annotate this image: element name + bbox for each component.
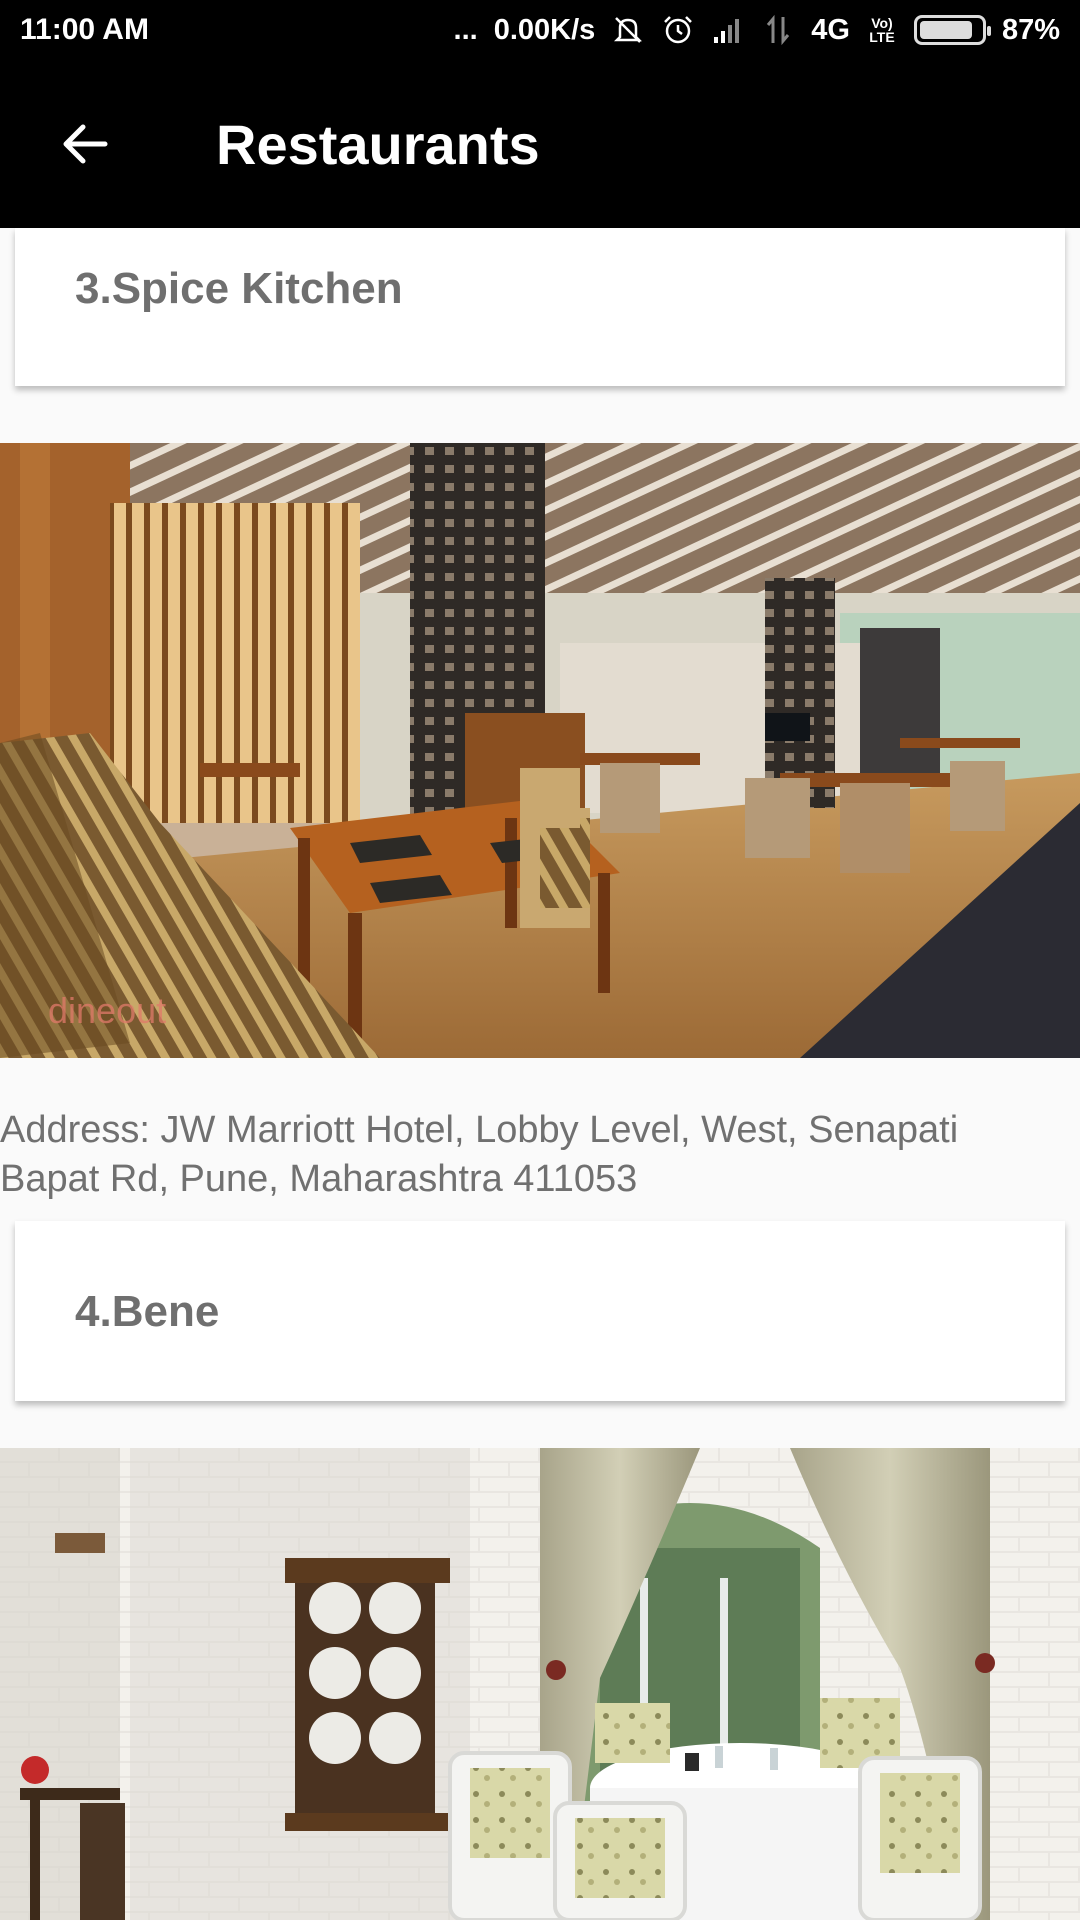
- restaurant-title: 3.Spice Kitchen: [75, 264, 403, 313]
- app-bar: Restaurants: [0, 60, 1080, 228]
- alarm-icon: [661, 13, 695, 47]
- battery-percent: 87%: [1001, 13, 1060, 46]
- restaurant-card-bene[interactable]: 4.Bene: [15, 1221, 1065, 1401]
- data-icon: [761, 13, 795, 47]
- restaurant-list[interactable]: 3.Spice Kitchen dineout Address: JW Marr…: [0, 228, 1080, 1920]
- more-dots: ...: [453, 13, 478, 46]
- back-button[interactable]: [10, 60, 160, 228]
- muted-icon: [611, 13, 645, 47]
- restaurant-address: Address: JW Marriott Hotel, Lobby Level,…: [0, 1109, 959, 1200]
- battery-level: [919, 21, 973, 39]
- restaurant-title: 4.Bene: [75, 1287, 220, 1336]
- page-title: Restaurants: [216, 112, 540, 176]
- signal-icon: [711, 13, 745, 47]
- net-speed: 0.00K/s: [493, 13, 596, 46]
- restaurant-card-spice-kitchen[interactable]: 3.Spice Kitchen: [15, 228, 1065, 386]
- restaurant-photo[interactable]: [0, 1448, 1080, 1920]
- network-type: 4G: [811, 13, 850, 46]
- battery-icon: [913, 15, 991, 45]
- restaurant-photo[interactable]: dineout: [0, 443, 1080, 1058]
- status-icons: ... 0.00K/s 4G Vo) LTE 87%: [454, 13, 1060, 47]
- volte-badge: Vo) LTE: [869, 15, 895, 45]
- status-time: 11:00 AM: [20, 13, 149, 46]
- arrow-left-icon: [63, 124, 108, 164]
- watermark: dineout: [48, 990, 166, 1031]
- status-bar: 11:00 AM ... 0.00K/s 4G Vo) LTE 87%: [0, 0, 1080, 60]
